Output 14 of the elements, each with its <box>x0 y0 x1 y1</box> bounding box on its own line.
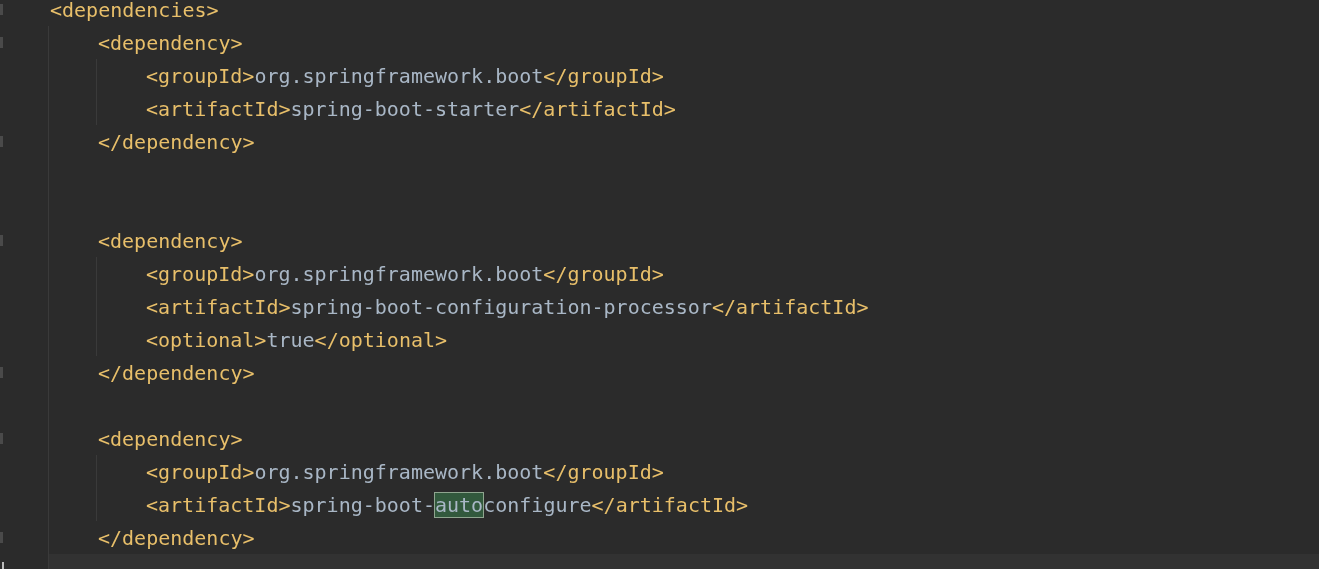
code-line: </dependency> <box>98 525 255 550</box>
code-line: <dependencies> <box>50 0 219 22</box>
code-line: </dependency> <box>98 360 255 385</box>
code-line: <dependency> <box>98 228 243 253</box>
code-line: <groupId>org.springframework.boot</groupId> <box>146 261 664 286</box>
code-line: <groupId>org.springframework.boot</groupId> <box>146 459 664 484</box>
code-line: <artifactId>spring-boot-starter</artifactId> <box>146 96 676 121</box>
code-line: <artifactId>spring-boot-autoconfigure</artifactId> <box>146 492 749 517</box>
code-line: <artifactId>spring-boot-configuration-processor</artifactId> <box>146 294 869 319</box>
code-line: </dependency> <box>98 129 255 154</box>
code-line: <groupId>org.springframework.boot</groupId> <box>146 63 664 88</box>
code-line: <optional>true</optional> <box>146 327 448 352</box>
code-line: <dependency> <box>98 30 243 55</box>
code-line: <dependency> <box>98 426 243 451</box>
